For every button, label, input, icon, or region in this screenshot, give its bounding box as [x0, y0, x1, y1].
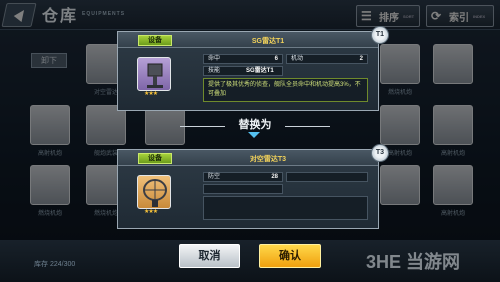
rarity-stars: ★★★ [144, 91, 158, 97]
replace-indicator: 替换为 [180, 116, 330, 138]
watermark: 3HE 当游网 [366, 252, 461, 272]
radar-dish-icon [143, 179, 167, 207]
equipment-tag: 设备 [138, 153, 172, 164]
stat-value: 28 [271, 174, 278, 180]
replace-text: 替换为 [238, 119, 272, 131]
stat-key: 防空 [208, 174, 221, 180]
item-name: SG雷达T1 [251, 38, 285, 45]
item-name: 对空雷达T3 [249, 156, 287, 163]
skill-description: 提供了极其优秀的侦查，舰队全员命中和机动提高3%，不可叠加 [203, 78, 368, 102]
skill-label: 技能 [208, 68, 221, 74]
stat-key: 机动 [291, 56, 304, 62]
panel-header: 设备 SG雷达T1 [118, 32, 378, 48]
divider-line [285, 126, 330, 127]
equipment-tag: 设备 [138, 35, 172, 46]
storage-count: 库存 224/300 [34, 261, 76, 268]
empty-stat [203, 184, 283, 194]
new-item-panel: 设备 对空雷达T3 ★★★ 防空 28 T3 [117, 144, 389, 229]
radar-antenna-icon [147, 63, 163, 88]
empty-stat [286, 172, 368, 182]
stat-value: 2 [359, 56, 363, 62]
confirm-button[interactable]: 确认 [259, 244, 321, 268]
game-screen: 仓库 EQUIPMENTS ☰ 排序 SORT ⟳ 索引 INDEX 卸下 对空… [0, 0, 500, 282]
tier-badge: T1 [371, 26, 389, 44]
empty-description [203, 196, 368, 220]
stat-key: 命中 [208, 56, 221, 62]
down-arrow-icon [248, 132, 260, 138]
stat-accuracy: 命中 6 [203, 54, 283, 64]
aa-radar-portrait [137, 175, 171, 209]
stat-anti-air: 防空 28 [203, 172, 283, 182]
skill-value: SG雷达T1 [246, 68, 274, 74]
skill-row: 技能 SG雷达T1 [203, 66, 283, 76]
panel-header: 设备 对空雷达T3 [118, 150, 378, 166]
rarity-stars: ★★★ [144, 209, 158, 215]
current-item-panel: 设备 SG雷达T1 ★★★ 命中 6 机动 2 技能 SG雷达T1 提供了极其优… [117, 26, 389, 111]
stat-value: 6 [274, 56, 278, 62]
radar-portrait [137, 57, 171, 91]
cancel-button[interactable]: 取消 [179, 244, 240, 268]
divider-line [180, 126, 225, 127]
tier-badge: T3 [371, 144, 389, 162]
stat-mobility: 机动 2 [286, 54, 368, 64]
